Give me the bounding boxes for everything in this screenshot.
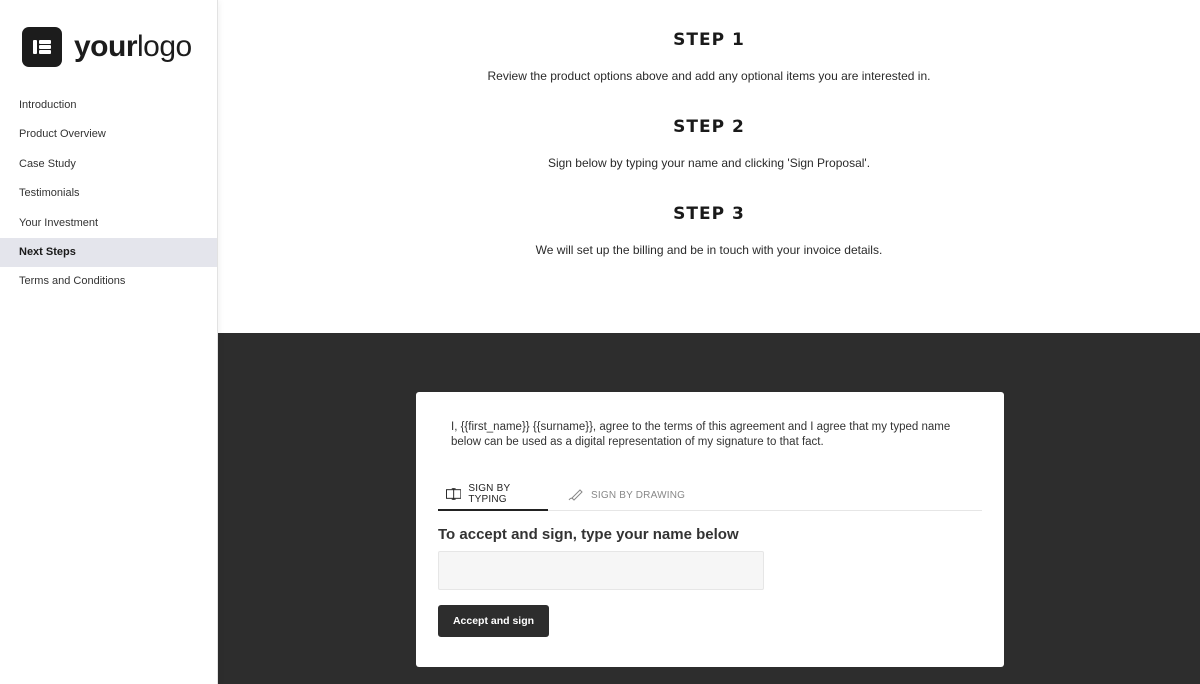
accept-and-sign-button[interactable]: Accept and sign xyxy=(438,605,549,637)
step-3-title: STEP 3 xyxy=(673,204,745,224)
tab-sign-by-typing-label: SIGN BY TYPING xyxy=(468,483,511,505)
sidebar-nav: Introduction Product Overview Case Study… xyxy=(0,91,217,297)
sign-heading: To accept and sign, type your name below xyxy=(438,526,739,543)
sidebar-item-next-steps[interactable]: Next Steps xyxy=(0,237,217,268)
sidebar-item-terms-and-conditions[interactable]: Terms and Conditions xyxy=(0,267,217,296)
tab-sign-by-drawing[interactable]: SIGN BY DRAWING xyxy=(568,479,685,511)
signature-card: I, {{first_name}} {{surname}}, agree to … xyxy=(416,392,1004,667)
sidebar-item-product-overview[interactable]: Product Overview xyxy=(0,120,217,149)
sidebar-item-case-study[interactable]: Case Study xyxy=(0,150,217,179)
sidebar-item-introduction[interactable]: Introduction xyxy=(0,91,217,120)
logo-text-light: logo xyxy=(137,30,192,63)
step-2-description: Sign below by typing your name and click… xyxy=(547,156,871,170)
tab-sign-by-typing[interactable]: SIGN BY TYPING xyxy=(438,479,548,511)
signature-name-input[interactable] xyxy=(438,551,764,590)
signature-section: I, {{first_name}} {{surname}}, agree to … xyxy=(218,333,1200,684)
signature-tabs: SIGN BY TYPING SIGN BY DRAWING xyxy=(438,479,982,511)
tab-sign-by-drawing-label: SIGN BY DRAWING xyxy=(591,489,686,501)
logo[interactable]: yourlogo xyxy=(22,27,192,67)
agreement-text: I, {{first_name}} {{surname}}, agree to … xyxy=(451,421,951,448)
logo-text-bold: your xyxy=(74,30,138,63)
step-3-description: We will set up the billing and be in tou… xyxy=(535,243,883,257)
logo-text: yourlogo xyxy=(74,27,192,67)
step-1-title: STEP 1 xyxy=(673,30,745,50)
sidebar-item-testimonials[interactable]: Testimonials xyxy=(0,179,217,208)
logo-mark-icon xyxy=(22,27,62,67)
step-1-description: Review the product options above and add… xyxy=(487,69,931,83)
sidebar: yourlogo Introduction Product Overview C… xyxy=(0,0,218,684)
pen-icon xyxy=(568,489,583,501)
sidebar-item-your-investment[interactable]: Your Investment xyxy=(0,209,217,238)
steps-section: STEP 1 Review the product options above … xyxy=(218,0,1200,333)
step-2-title: STEP 2 xyxy=(673,117,745,137)
typing-icon xyxy=(446,488,462,500)
